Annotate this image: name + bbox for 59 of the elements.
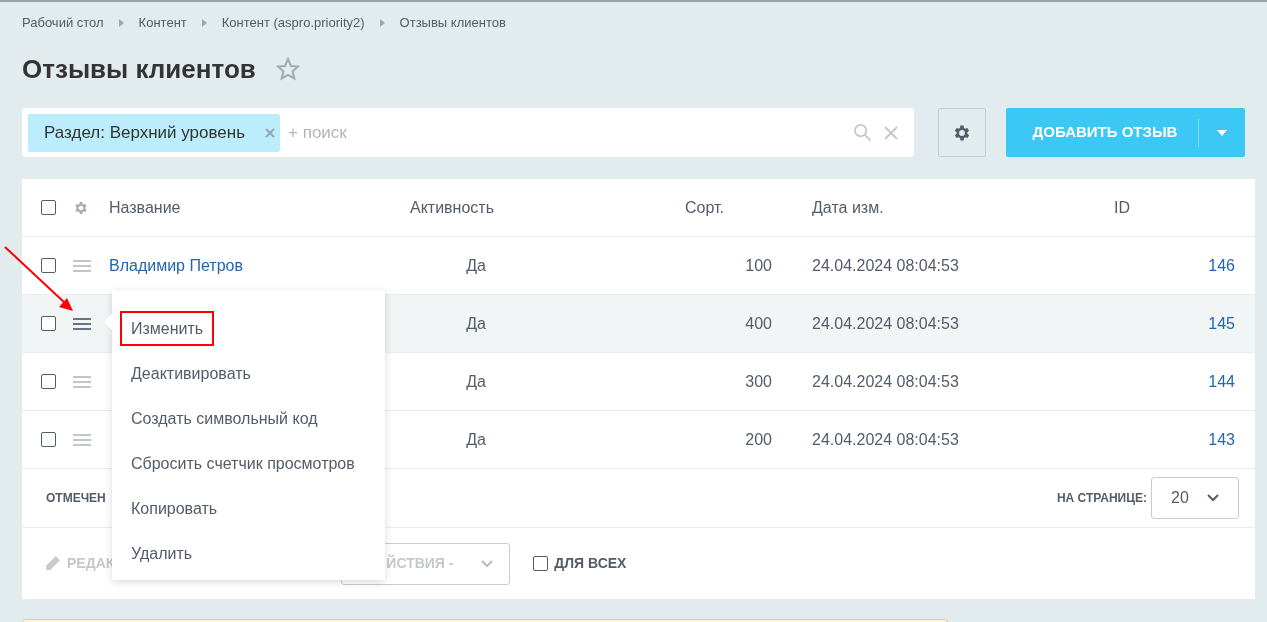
breadcrumb-link[interactable]: Контент (aspro.priority2) — [221, 13, 365, 33]
selected-count-label: ОТМЕЧЕН — [46, 490, 106, 507]
breadcrumb-link[interactable]: Рабочий стол — [22, 13, 104, 33]
table-cell: 400 — [745, 314, 772, 332]
select-all-checkbox[interactable] — [41, 200, 56, 215]
menu-item[interactable]: Деактивировать — [120, 356, 262, 391]
table-cell: 100 — [745, 256, 772, 274]
column-header[interactable]: Сорт. — [685, 198, 724, 216]
table-cell: 24.04.2024 08:04:53 — [812, 430, 959, 448]
pencil-icon — [44, 555, 61, 572]
search-input[interactable]: + поиск — [288, 119, 854, 146]
row-checkbox[interactable] — [41, 374, 56, 389]
caret-icon[interactable] — [1217, 129, 1227, 136]
for-all-checkbox[interactable] — [533, 556, 549, 571]
arrow-annotation — [3, 245, 75, 313]
settings-button[interactable] — [938, 108, 987, 157]
chevron-icon — [118, 19, 124, 27]
star-icon[interactable] — [275, 57, 300, 81]
table-cell: Да — [466, 314, 486, 332]
settings-icon[interactable] — [73, 199, 89, 216]
table-cell: Да — [466, 430, 486, 448]
chevron-icon — [379, 19, 385, 27]
id-link[interactable]: 144 — [1208, 372, 1235, 390]
per-page-select[interactable]: 20 — [1151, 477, 1239, 519]
table-cell: Да — [466, 372, 486, 390]
column-header[interactable]: ID — [1114, 198, 1130, 216]
per-page-label: НА СТРАНИЦЕ: — [1056, 490, 1147, 507]
table-cell: 24.04.2024 08:04:53 — [812, 314, 959, 332]
chevron-icon — [201, 19, 207, 27]
review-name-link[interactable]: Владимир Петров — [109, 256, 243, 274]
id-link[interactable]: 143 — [1208, 430, 1235, 448]
table-cell: 200 — [745, 430, 772, 448]
menu-item[interactable]: Удалить — [120, 536, 204, 571]
menu-icon[interactable] — [73, 317, 91, 330]
for-all-label: ДЛЯ ВСЕХ — [554, 554, 627, 573]
table-cell: 24.04.2024 08:04:53 — [812, 372, 959, 390]
remove-icon[interactable] — [265, 127, 276, 138]
page-title: Отзывы клиентов — [22, 52, 256, 86]
search-field[interactable]: Раздел: Верхний уровень + поиск — [22, 108, 915, 157]
row-checkbox[interactable] — [41, 258, 56, 273]
column-header[interactable]: Название — [109, 198, 181, 216]
id-link[interactable]: 146 — [1208, 256, 1235, 274]
menu-item[interactable]: Копировать — [120, 491, 229, 526]
row-checkbox[interactable] — [41, 316, 56, 331]
search-icon[interactable] — [853, 123, 873, 142]
filter-tag[interactable]: Раздел: Верхний уровень — [28, 113, 281, 152]
row-checkbox[interactable] — [41, 432, 56, 447]
table-cell: 300 — [745, 372, 772, 390]
menu-item[interactable]: Изменить — [120, 311, 215, 346]
close-icon[interactable] — [884, 125, 899, 140]
chevron-down-icon — [1207, 494, 1219, 502]
column-header[interactable]: Активность — [410, 198, 494, 216]
breadcrumb-link[interactable]: Контент — [138, 13, 187, 33]
id-link[interactable]: 145 — [1208, 314, 1235, 332]
table-cell: Да — [466, 256, 486, 274]
column-header[interactable]: Дата изм. — [812, 198, 884, 216]
breadcrumb-link[interactable]: Отзывы клиентов — [399, 13, 506, 33]
chevron-down-icon — [481, 559, 494, 568]
table-cell: 24.04.2024 08:04:53 — [812, 256, 959, 274]
